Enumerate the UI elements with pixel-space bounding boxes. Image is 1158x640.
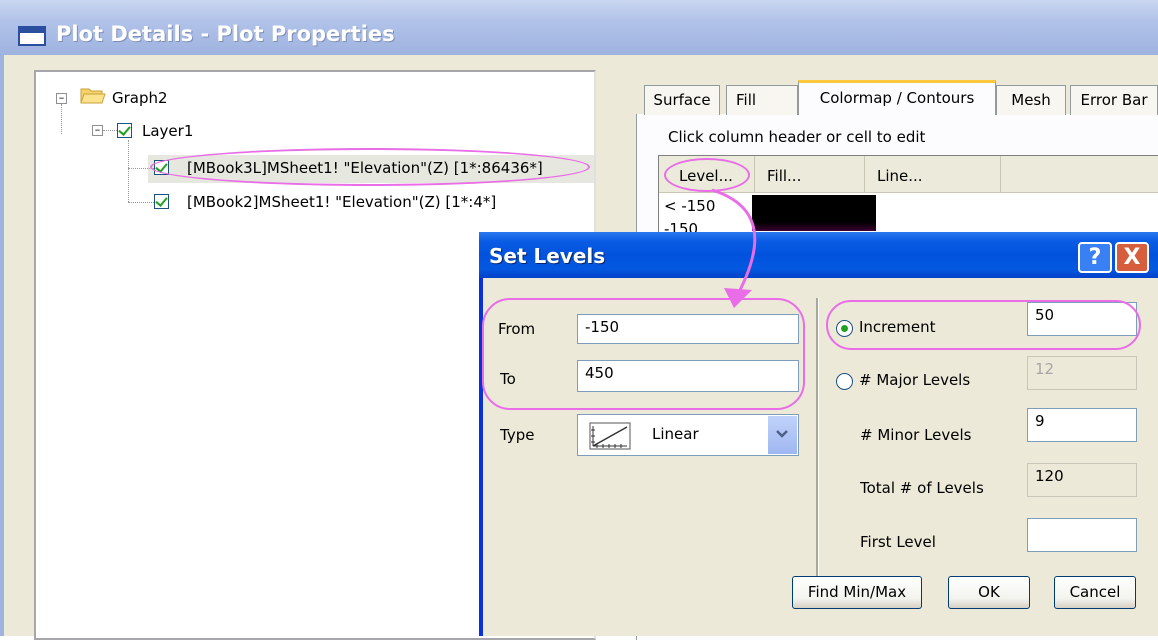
type-label: Type [500, 426, 535, 444]
tree-connector [61, 104, 62, 134]
cancel-button[interactable]: Cancel [1054, 576, 1136, 609]
tree-item-plot[interactable]: [MBook2]MSheet1! "Elevation"(Z) [1*:4*] [187, 190, 496, 214]
tab-surface[interactable]: Surface [644, 85, 720, 115]
tree-connector [103, 130, 117, 131]
type-value: Linear [652, 425, 699, 443]
tab-colormap-contours[interactable]: Colormap / Contours [798, 80, 996, 115]
help-button[interactable]: ? [1078, 242, 1112, 273]
close-button[interactable]: X [1115, 242, 1149, 273]
chevron-down-icon[interactable] [767, 416, 797, 454]
total-levels-label: Total # of Levels [860, 479, 984, 497]
minor-levels-label: # Minor Levels [860, 426, 972, 444]
collapse-icon[interactable]: – [56, 92, 67, 104]
find-min-max-button[interactable]: Find Min/Max [792, 576, 922, 609]
window-frame [0, 55, 4, 636]
dialog-divider [816, 298, 819, 594]
total-levels-field: 120 [1027, 463, 1137, 497]
plot-checkbox[interactable] [154, 194, 169, 209]
window-title: Plot Details - Plot Properties [56, 22, 395, 46]
annotation-plot-ellipse [150, 148, 590, 186]
linear-scale-icon [589, 422, 631, 450]
major-levels-label: # Major Levels [859, 371, 971, 389]
ok-button[interactable]: OK [948, 576, 1030, 609]
annotation-increment-box [826, 300, 1141, 350]
tab-mesh[interactable]: Mesh [996, 85, 1066, 115]
tree-connector [128, 140, 129, 202]
tree-item-graph[interactable]: Graph2 [112, 86, 168, 110]
folder-open-icon [80, 88, 106, 104]
first-level-label: First Level [860, 533, 936, 551]
layer-checkbox[interactable] [117, 123, 132, 138]
tree-connector [128, 202, 154, 203]
major-levels-field: 12 [1027, 356, 1137, 390]
tab-error-bar[interactable]: Error Bar [1070, 85, 1158, 115]
collapse-icon[interactable]: – [92, 124, 103, 136]
dialog-title: Set Levels [489, 244, 606, 268]
first-level-field[interactable] [1027, 518, 1137, 552]
tree-item-layer[interactable]: Layer1 [142, 119, 193, 143]
edit-hint: Click column header or cell to edit [668, 128, 926, 146]
tab-fill[interactable]: Fill [726, 85, 798, 115]
annotation-arrow [711, 188, 757, 308]
major-levels-radio[interactable] [836, 373, 853, 390]
minor-levels-field[interactable]: 9 [1027, 408, 1137, 442]
window-icon [18, 26, 46, 46]
column-header-line[interactable]: Line... [865, 156, 1001, 192]
